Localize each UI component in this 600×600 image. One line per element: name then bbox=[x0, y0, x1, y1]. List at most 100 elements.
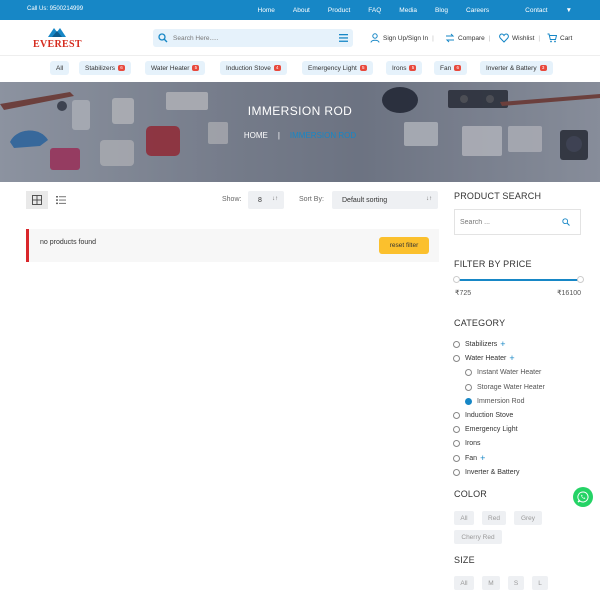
category-item[interactable]: Irons bbox=[453, 440, 481, 447]
product-search-input[interactable] bbox=[460, 217, 560, 228]
color-chip-all[interactable]: All bbox=[454, 511, 474, 525]
category-item[interactable]: Emergency Light bbox=[453, 426, 518, 433]
pill-label: All bbox=[56, 64, 64, 72]
size-chip-s[interactable]: S bbox=[508, 576, 524, 590]
radio-button[interactable] bbox=[453, 455, 460, 462]
expand-plus-icon[interactable]: + bbox=[500, 340, 505, 349]
category-label: Storage Water Heater bbox=[477, 384, 545, 391]
wishlist-link[interactable]: Wishlist | bbox=[499, 33, 540, 43]
category-title: CATEGORY bbox=[454, 318, 506, 328]
price-max-handle[interactable] bbox=[576, 276, 584, 283]
radio-button[interactable] bbox=[465, 384, 472, 391]
radio-button[interactable] bbox=[453, 355, 460, 362]
price-min-handle[interactable] bbox=[452, 276, 460, 283]
breadcrumb-current: IMMERSION ROD bbox=[289, 131, 357, 140]
nav-media[interactable]: Media bbox=[399, 7, 417, 14]
search-icon[interactable] bbox=[562, 218, 570, 226]
color-chip-grey[interactable]: Grey bbox=[514, 511, 542, 525]
category-item[interactable]: Stabilizers + bbox=[453, 340, 506, 349]
search-icon[interactable] bbox=[158, 33, 168, 43]
price-min: ₹725 bbox=[455, 290, 472, 297]
radio-button[interactable] bbox=[453, 469, 460, 476]
cart-link[interactable]: Cart bbox=[547, 33, 572, 43]
menu-icon[interactable] bbox=[339, 33, 348, 43]
category-item[interactable]: Fan + bbox=[453, 454, 485, 463]
radio-button[interactable] bbox=[453, 440, 460, 447]
pill-fan[interactable]: Fan 6 bbox=[434, 61, 468, 75]
pill-label: Fan bbox=[440, 64, 452, 72]
pill-induction-stove[interactable]: Induction Stove 4 bbox=[220, 61, 287, 75]
list-icon bbox=[56, 196, 66, 205]
compare-link[interactable]: Compare | bbox=[445, 33, 490, 43]
size-chip-all[interactable]: All bbox=[454, 576, 474, 590]
nav-about[interactable]: About bbox=[293, 7, 310, 14]
count-badge: 3 bbox=[539, 65, 547, 71]
size-chip-l[interactable]: L bbox=[532, 576, 548, 590]
radio-button[interactable] bbox=[465, 369, 472, 376]
nav-product[interactable]: Product bbox=[328, 7, 350, 14]
category-item[interactable]: Induction Stove bbox=[453, 412, 513, 419]
grid-icon bbox=[32, 195, 42, 205]
sort-select[interactable]: Default sorting ↓↑ bbox=[332, 191, 438, 209]
radio-button[interactable] bbox=[465, 398, 472, 405]
nav-blog[interactable]: Blog bbox=[435, 7, 448, 14]
category-item[interactable]: Water Heater + bbox=[453, 354, 515, 363]
category-label: Water Heater bbox=[465, 355, 507, 362]
sort-value: Default sorting bbox=[342, 196, 388, 204]
show-label: Show: bbox=[222, 196, 242, 203]
size-chip-m[interactable]: M bbox=[482, 576, 500, 590]
color-title: COLOR bbox=[454, 489, 488, 499]
expand-plus-icon[interactable]: + bbox=[509, 354, 514, 363]
pill-label: Emergency Light bbox=[308, 64, 357, 72]
category-label: Stabilizers bbox=[465, 341, 498, 348]
call-us-text[interactable]: Call Us: 9500214999 bbox=[27, 6, 83, 12]
pill-water-heater[interactable]: Water Heater 5 bbox=[145, 61, 206, 75]
filter-price-title: FILTER BY PRICE bbox=[454, 259, 532, 269]
nav-faq[interactable]: FAQ bbox=[368, 7, 381, 14]
color-chip-cherry-red[interactable]: Cherry Red bbox=[454, 530, 502, 544]
show-value: 8 bbox=[258, 196, 262, 204]
breadcrumb-home[interactable]: HOME bbox=[244, 131, 268, 140]
nav-careers[interactable]: Careers bbox=[466, 7, 489, 14]
radio-button[interactable] bbox=[453, 412, 460, 419]
pill-label: Inverter & Battery bbox=[486, 64, 537, 72]
whatsapp-button[interactable] bbox=[573, 487, 593, 507]
grid-view-button[interactable] bbox=[26, 191, 48, 209]
pill-irons[interactable]: Irons 5 bbox=[386, 61, 423, 75]
divider: | bbox=[488, 34, 491, 42]
pill-emergency-light[interactable]: Emergency Light 5 bbox=[302, 61, 373, 75]
product-search-box bbox=[454, 209, 581, 235]
signin-link[interactable]: Sign Up/Sign In | bbox=[370, 33, 434, 43]
category-label: Emergency Light bbox=[465, 426, 518, 433]
category-label: Irons bbox=[465, 440, 481, 447]
reset-filter-button[interactable]: reset filter bbox=[379, 237, 429, 254]
category-item[interactable]: Instant Water Heater bbox=[465, 369, 541, 376]
price-max: ₹16100 bbox=[557, 290, 581, 297]
category-label: Immersion Rod bbox=[477, 398, 525, 405]
pill-all[interactable]: All bbox=[50, 61, 70, 75]
cart-icon bbox=[547, 33, 557, 43]
category-item[interactable]: Inverter & Battery bbox=[453, 469, 519, 476]
pill-stabilizers[interactable]: Stabilizers 6 bbox=[79, 61, 131, 75]
category-label: Fan bbox=[465, 455, 478, 462]
radio-button[interactable] bbox=[453, 426, 460, 433]
chevron-down-icon: ▼ bbox=[565, 6, 572, 14]
nav-contact-label: Contact bbox=[525, 6, 548, 14]
radio-button[interactable] bbox=[453, 341, 460, 348]
search-input[interactable] bbox=[173, 31, 333, 45]
nav-contact[interactable]: Contact ▼ bbox=[507, 7, 572, 14]
user-icon bbox=[370, 33, 380, 43]
color-chip-red[interactable]: Red bbox=[482, 511, 506, 525]
category-item[interactable]: Storage Water Heater bbox=[465, 384, 545, 391]
show-select[interactable]: 8 ↓↑ bbox=[248, 191, 284, 209]
count-badge: 5 bbox=[192, 65, 200, 71]
logo[interactable]: EVEREST bbox=[33, 26, 81, 54]
category-item[interactable]: Immersion Rod bbox=[465, 398, 524, 405]
list-view-button[interactable] bbox=[50, 191, 72, 209]
size-title: SIZE bbox=[454, 555, 475, 565]
sort-arrows-icon: ↓↑ bbox=[272, 196, 278, 202]
nav-home[interactable]: Home bbox=[258, 7, 275, 14]
product-search-title: PRODUCT SEARCH bbox=[454, 191, 542, 201]
expand-plus-icon[interactable]: + bbox=[480, 454, 485, 463]
pill-inverter-battery[interactable]: Inverter & Battery 3 bbox=[480, 61, 553, 75]
